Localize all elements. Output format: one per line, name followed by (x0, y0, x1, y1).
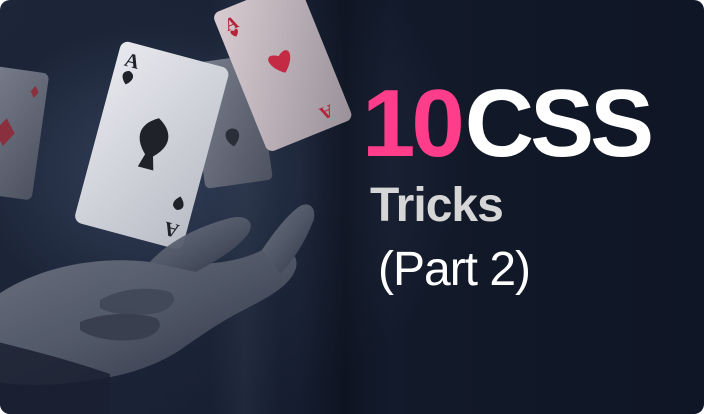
card-trick-illustration: 2 A A A A (0, 0, 352, 414)
card-diamonds-left (0, 64, 49, 200)
title-line-2: Tricks (370, 179, 504, 232)
title-block: 10 CSS Tricks (Part 2) (362, 72, 692, 298)
article-banner: 2 A A A A (0, 0, 704, 414)
title-line-1: 10 CSS (362, 72, 692, 176)
title-line-3: (Part 2) (378, 243, 531, 296)
card-ace-spades: A A (75, 41, 229, 249)
title-number: 10 (362, 70, 465, 177)
title-word: CSS (464, 70, 654, 177)
